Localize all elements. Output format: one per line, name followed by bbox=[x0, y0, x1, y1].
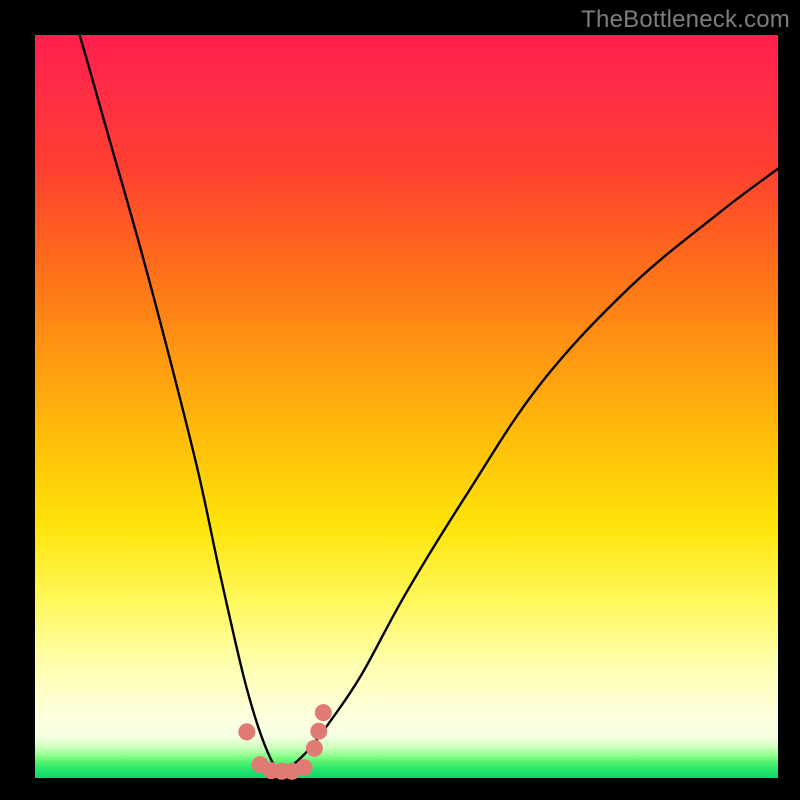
watermark-text: TheBottleneck.com bbox=[581, 6, 790, 34]
chart-frame: TheBottleneck.com bbox=[0, 0, 800, 800]
curve-marker bbox=[310, 723, 327, 740]
marker-group bbox=[238, 704, 331, 780]
chart-svg bbox=[35, 35, 778, 778]
bottleneck-curve bbox=[68, 5, 778, 772]
chart-plot-area bbox=[35, 35, 778, 778]
curve-marker bbox=[306, 740, 323, 757]
curve-marker bbox=[238, 723, 255, 740]
curve-marker bbox=[296, 759, 313, 776]
curve-marker bbox=[315, 704, 332, 721]
